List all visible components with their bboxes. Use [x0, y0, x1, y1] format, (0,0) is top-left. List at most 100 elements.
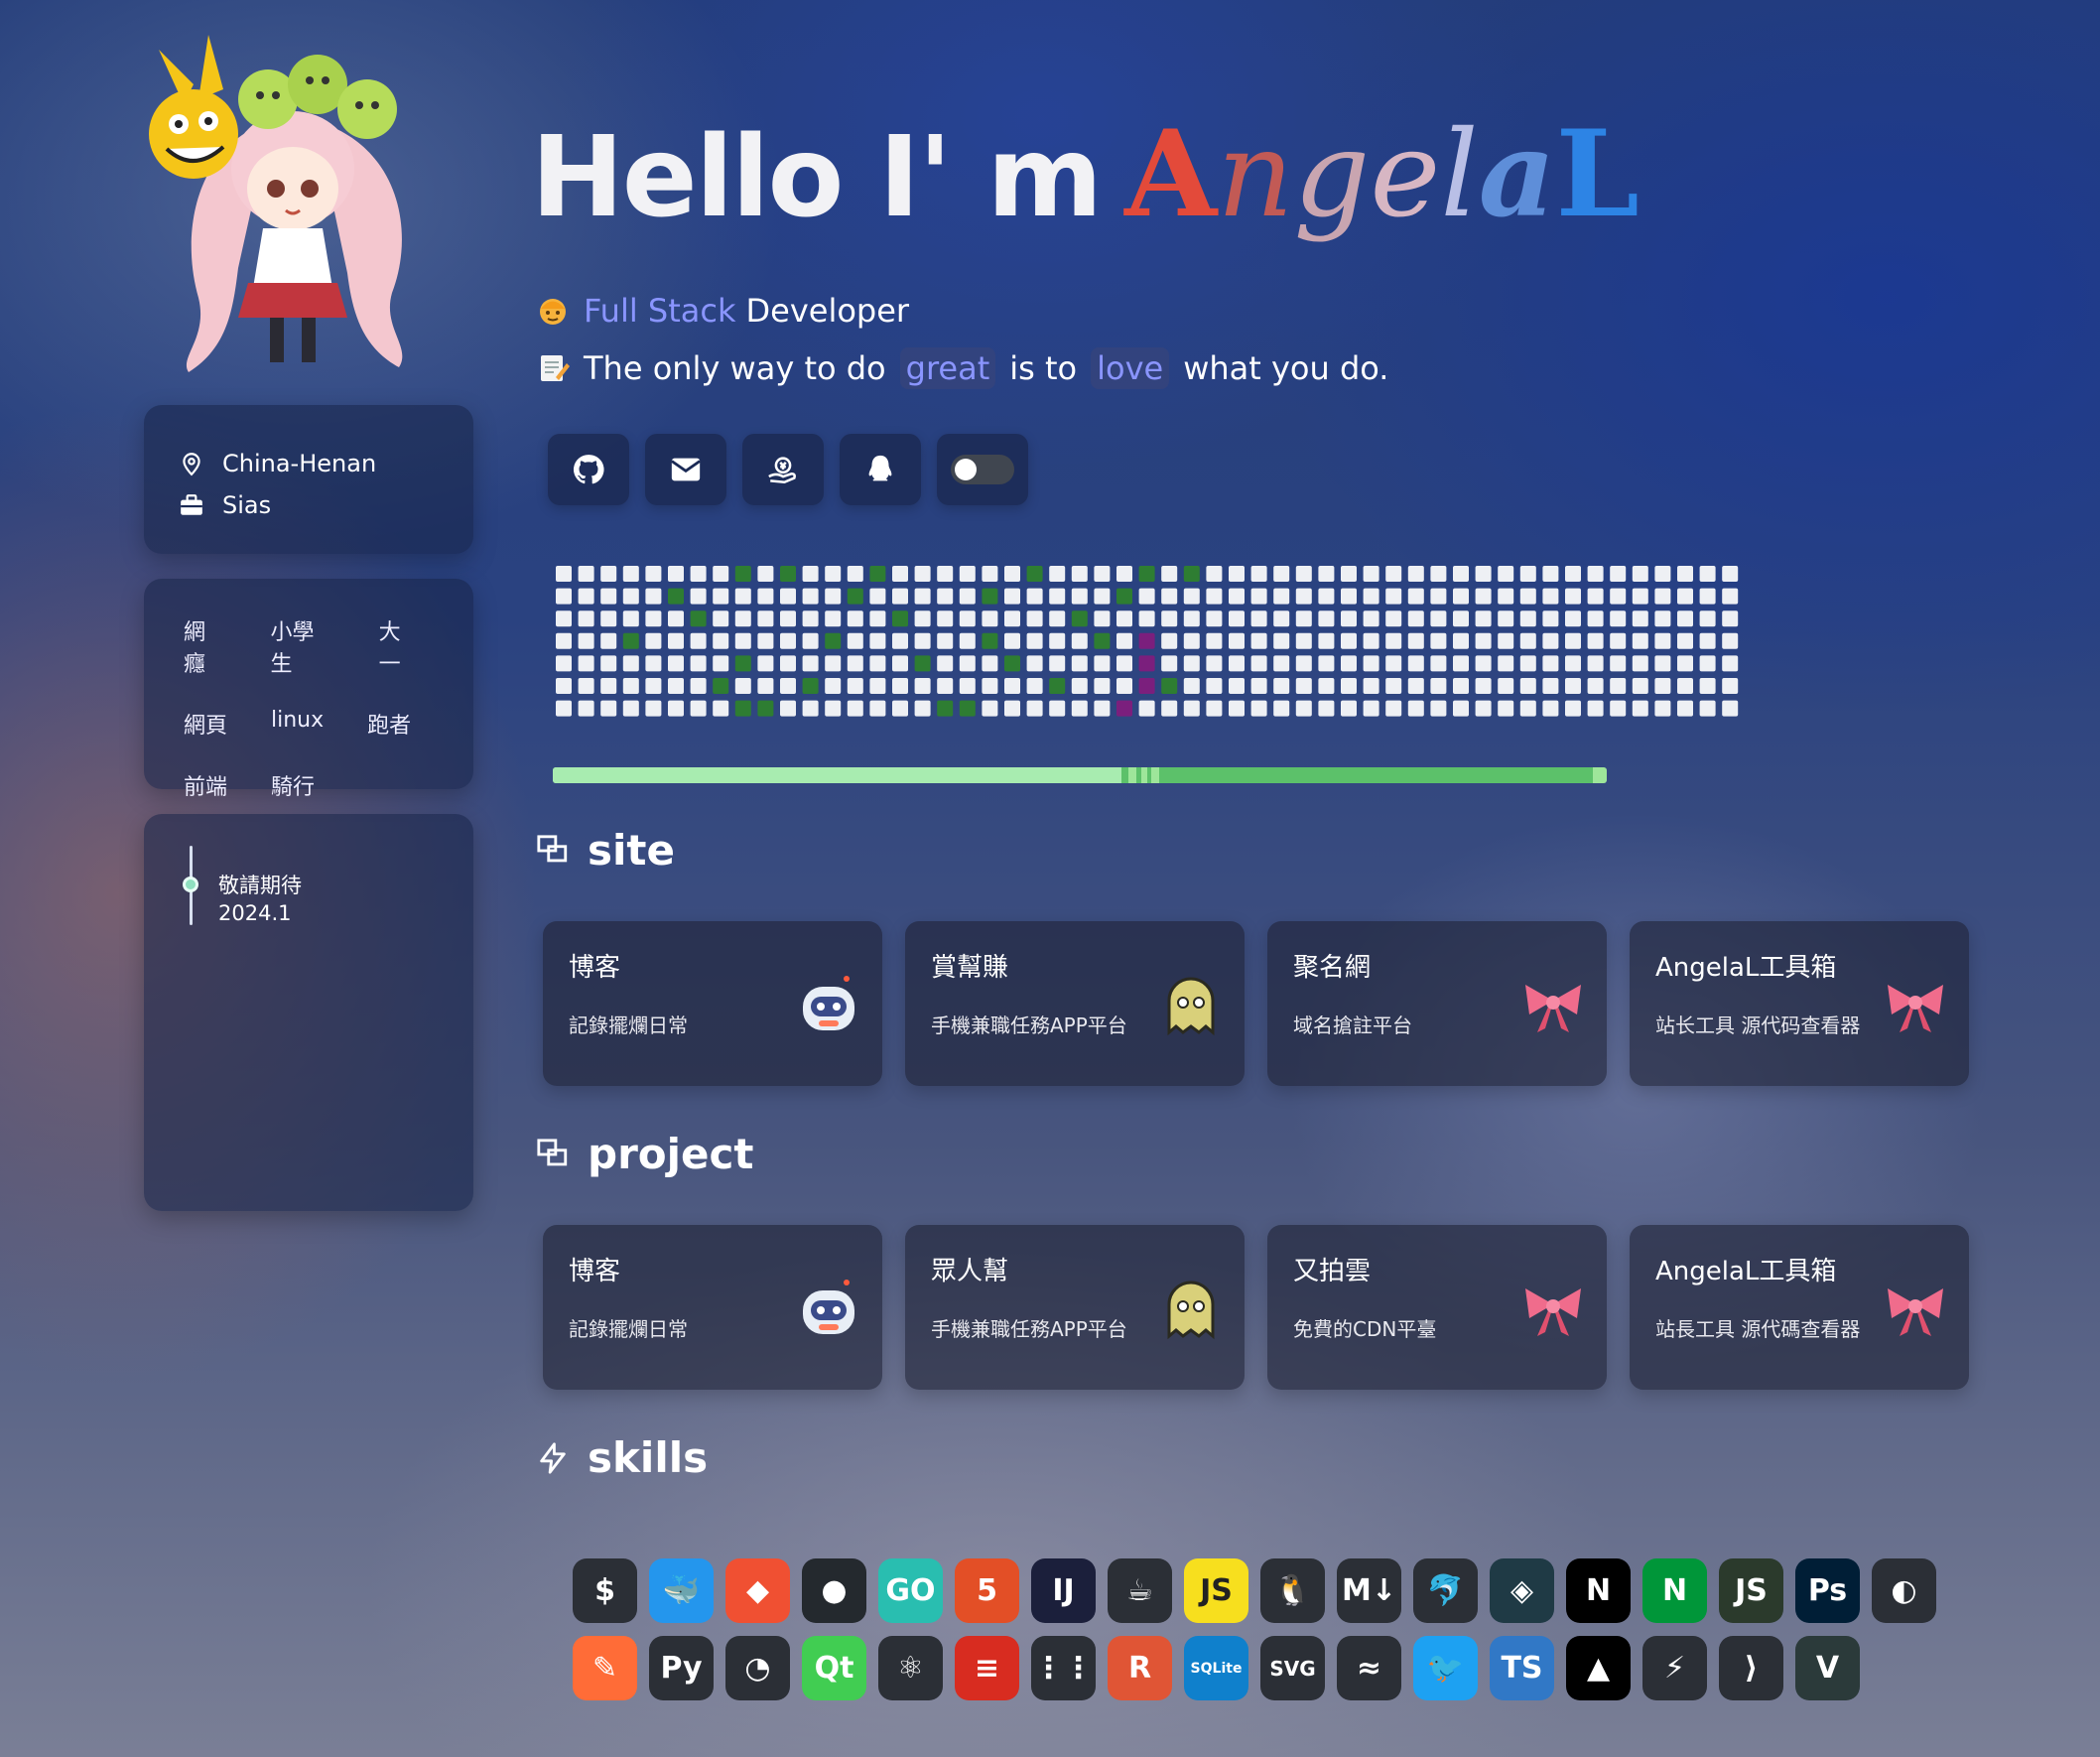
sponsor-button[interactable] — [742, 434, 824, 505]
contribution-cell — [757, 610, 774, 627]
contribution-cell — [1498, 588, 1514, 605]
intellij-icon[interactable]: IJ — [1031, 1558, 1096, 1623]
vscode-icon[interactable]: ⟩ — [1719, 1636, 1783, 1700]
contribution-cell — [578, 700, 594, 717]
planetscale-icon[interactable]: ◐ — [1872, 1558, 1936, 1623]
contribution-cell — [1542, 610, 1559, 627]
hero-name-letter: g — [1293, 106, 1371, 244]
javascript-icon[interactable]: JS — [1184, 1558, 1248, 1623]
contribution-cell — [1341, 566, 1357, 582]
markdown-icon[interactable]: M↓ — [1337, 1558, 1401, 1623]
site-card-toolbox[interactable]: AngelaL工具箱 站长工具 源代码查看器 — [1630, 921, 1969, 1086]
contribution-cell — [1453, 610, 1469, 627]
contribution-cell — [1049, 700, 1066, 717]
contribution-cell — [578, 566, 594, 582]
bash-icon[interactable]: $ — [573, 1558, 637, 1623]
contribution-cell — [1206, 655, 1223, 672]
project-card-upyun[interactable]: 又拍雲 免費的CDN平臺 — [1267, 1225, 1607, 1390]
contribution-cell — [622, 632, 639, 649]
contribution-cell — [1229, 700, 1245, 717]
contribution-cell — [1026, 632, 1043, 649]
contribution-cell — [1498, 566, 1514, 582]
contribution-cell — [1498, 632, 1514, 649]
redis-icon[interactable]: ≡ — [955, 1636, 1019, 1700]
qt-icon[interactable]: Qt — [802, 1636, 866, 1700]
html5-icon[interactable]: 5 — [955, 1558, 1019, 1623]
python-icon[interactable]: Py — [649, 1636, 714, 1700]
site-card-juming[interactable]: 聚名網 域名搶註平台 — [1267, 921, 1607, 1086]
twitter-icon[interactable]: 🐦 — [1413, 1636, 1478, 1700]
contribution-cell — [1587, 610, 1604, 627]
site-card-shangbangzhuan[interactable]: 賞幫賺 手機兼職任務APP平台 — [905, 921, 1245, 1086]
java-icon[interactable]: ☕ — [1108, 1558, 1172, 1623]
section-title-site: site — [536, 826, 675, 875]
rust-icon[interactable]: R — [1108, 1636, 1172, 1700]
contribution-cell — [1587, 632, 1604, 649]
contribution-cell — [1385, 632, 1402, 649]
contribution-cell — [1004, 588, 1020, 605]
contribution-cell — [1722, 655, 1739, 672]
git-icon[interactable]: ◆ — [725, 1558, 790, 1623]
project-card-toolbox[interactable]: AngelaL工具箱 站長工具 源代碼查看器 — [1630, 1225, 1969, 1390]
nodejs-icon[interactable]: JS — [1719, 1558, 1783, 1623]
contribution-cell — [1116, 678, 1132, 694]
contribution-cell — [734, 566, 751, 582]
contribution-cell — [1519, 655, 1536, 672]
github-button[interactable] — [548, 434, 629, 505]
vue-icon[interactable]: V — [1795, 1636, 1860, 1700]
contribution-cell — [1318, 655, 1335, 672]
qq-button[interactable] — [840, 434, 921, 505]
netlify-icon[interactable]: ◈ — [1490, 1558, 1554, 1623]
contribution-cell — [1363, 678, 1379, 694]
pytorch-icon[interactable]: ◔ — [725, 1636, 790, 1700]
sqlite-icon[interactable]: SQLite — [1184, 1636, 1248, 1700]
quote-highlight-love: love — [1091, 347, 1170, 389]
github-icon — [573, 455, 604, 484]
photoshop-icon[interactable]: Ps — [1795, 1558, 1860, 1623]
rollup-icon[interactable]: ⋮⋮ — [1031, 1636, 1096, 1700]
contribution-cell — [1161, 700, 1178, 717]
project-card-zhongrenbang[interactable]: 眾人幫 手機兼職任務APP平台 — [905, 1225, 1245, 1390]
tags-row: 網癮 小學生 大一 — [168, 607, 450, 686]
contribution-cell — [1094, 588, 1111, 605]
typescript-icon[interactable]: TS — [1490, 1636, 1554, 1700]
tailwind-icon[interactable]: ≈ — [1337, 1636, 1401, 1700]
contribution-cell — [1273, 700, 1290, 717]
docker-icon[interactable]: 🐳 — [649, 1558, 714, 1623]
contribution-cell — [1587, 678, 1604, 694]
contribution-cell — [1430, 632, 1447, 649]
linux-icon[interactable]: 🐧 — [1260, 1558, 1325, 1623]
contribution-cell — [757, 588, 774, 605]
contribution-cell — [1071, 588, 1088, 605]
contribution-cell — [1677, 655, 1693, 672]
nginx-icon[interactable]: N — [1642, 1558, 1707, 1623]
contribution-cell — [847, 700, 863, 717]
hero-name-letter: n — [1217, 106, 1294, 244]
contribution-cell — [622, 610, 639, 627]
qq-icon — [868, 455, 892, 481]
project-card-blog[interactable]: 博客 記錄擺爛日常 — [543, 1225, 882, 1390]
svg-icon[interactable]: SVG — [1260, 1636, 1325, 1700]
github-icon[interactable]: ● — [802, 1558, 866, 1623]
vite-icon[interactable]: ⚡ — [1642, 1636, 1707, 1700]
vercel-icon[interactable]: ▲ — [1566, 1636, 1631, 1700]
contribution-cell — [600, 655, 617, 672]
contribution-cell — [1004, 655, 1020, 672]
theme-toggle[interactable] — [937, 434, 1028, 505]
react-icon[interactable]: ⚛ — [878, 1636, 943, 1700]
go-icon[interactable]: GO — [878, 1558, 943, 1623]
role-accent: Full Stack — [584, 292, 736, 330]
contribution-cell — [645, 566, 662, 582]
contribution-cell — [1542, 632, 1559, 649]
postman-icon[interactable]: ✎ — [573, 1636, 637, 1700]
email-button[interactable] — [645, 434, 726, 505]
contribution-cell — [1722, 566, 1739, 582]
contribution-cell — [600, 700, 617, 717]
mysql-icon[interactable]: 🐬 — [1413, 1558, 1478, 1623]
nextjs-icon[interactable]: N — [1566, 1558, 1631, 1623]
contribution-cell — [1229, 588, 1245, 605]
contribution-cell — [668, 588, 684, 605]
site-card-blog[interactable]: 博客 記錄擺爛日常 — [543, 921, 882, 1086]
contribution-cell — [1610, 655, 1627, 672]
contribution-cell — [847, 610, 863, 627]
